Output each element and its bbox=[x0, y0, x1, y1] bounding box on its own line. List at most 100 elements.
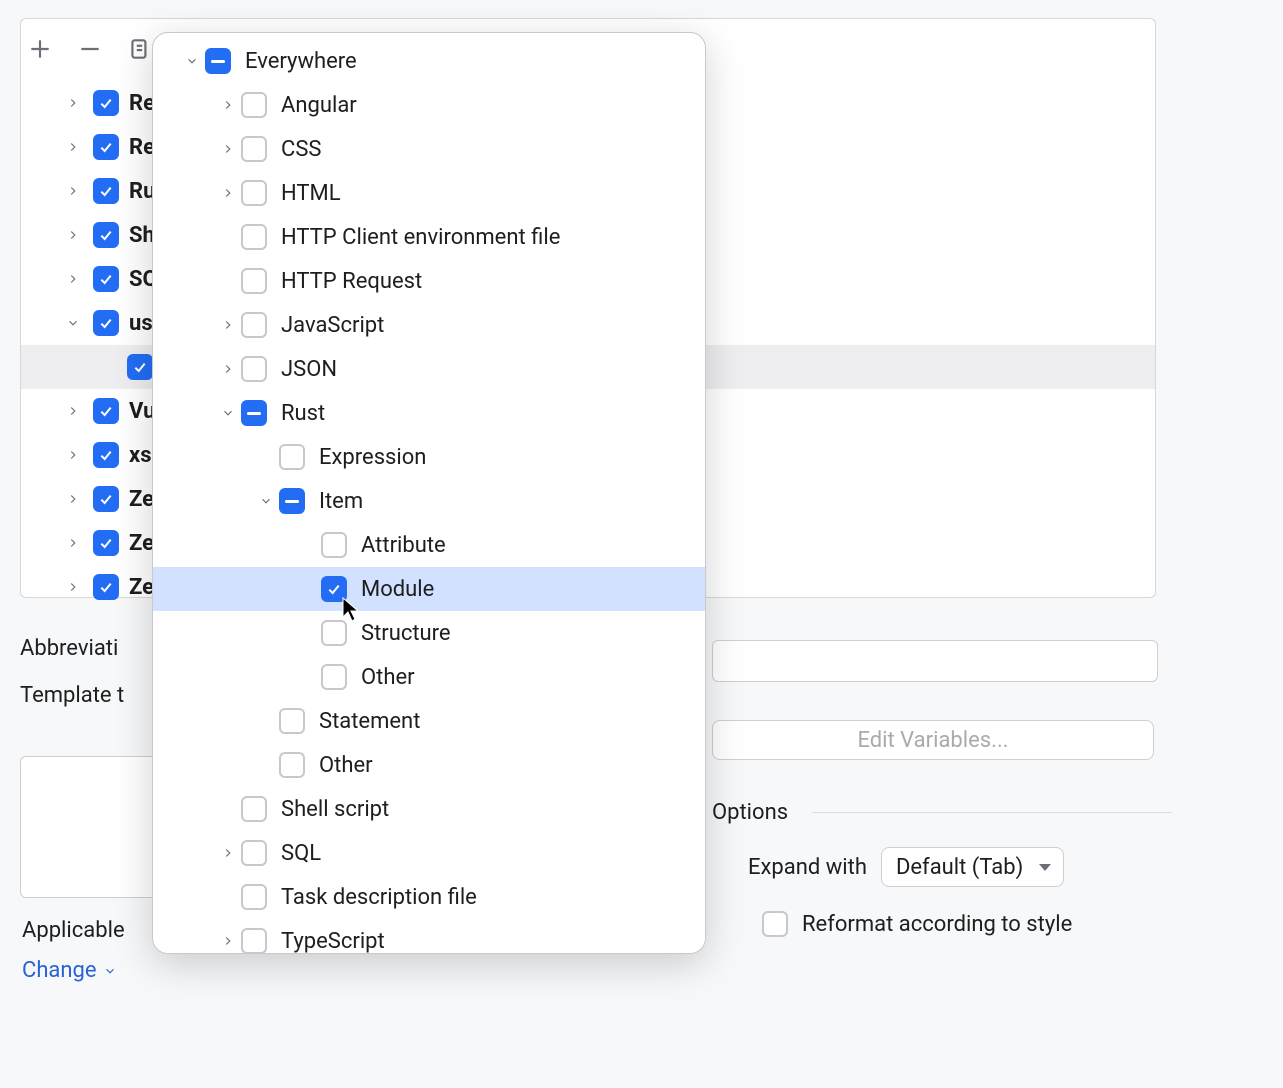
context-checkbox[interactable] bbox=[279, 708, 305, 734]
context-checkbox[interactable] bbox=[321, 620, 347, 646]
context-checkbox[interactable] bbox=[241, 136, 267, 162]
group-label: us bbox=[129, 311, 153, 336]
context-row[interactable]: HTML bbox=[153, 171, 705, 215]
change-link-text: Change bbox=[22, 958, 97, 983]
change-link[interactable]: Change bbox=[22, 958, 117, 983]
chevron-right-icon[interactable] bbox=[63, 404, 83, 418]
context-checkbox[interactable] bbox=[241, 92, 267, 118]
context-checkbox[interactable] bbox=[321, 532, 347, 558]
context-checkbox[interactable] bbox=[241, 224, 267, 250]
context-row[interactable]: JSON bbox=[153, 347, 705, 391]
chevron-down-icon[interactable] bbox=[179, 54, 205, 68]
context-checkbox[interactable] bbox=[241, 928, 267, 953]
context-checkbox[interactable] bbox=[279, 444, 305, 470]
abbreviation-input[interactable] bbox=[712, 640, 1158, 682]
context-checkbox[interactable] bbox=[241, 400, 267, 426]
context-label: JavaScript bbox=[281, 313, 384, 338]
group-checkbox[interactable] bbox=[93, 398, 119, 424]
chevron-right-icon[interactable] bbox=[63, 272, 83, 286]
context-row[interactable]: SQL bbox=[153, 831, 705, 875]
reformat-checkbox[interactable] bbox=[762, 911, 788, 937]
group-checkbox[interactable] bbox=[93, 486, 119, 512]
context-checkbox[interactable] bbox=[279, 752, 305, 778]
chevron-down-icon[interactable] bbox=[253, 494, 279, 508]
context-row[interactable]: Rust bbox=[153, 391, 705, 435]
chevron-right-icon[interactable] bbox=[63, 140, 83, 154]
remove-icon[interactable] bbox=[77, 36, 103, 62]
context-checkbox[interactable] bbox=[241, 312, 267, 338]
context-label: Angular bbox=[281, 93, 357, 118]
group-checkbox[interactable] bbox=[93, 134, 119, 160]
chevron-right-icon[interactable] bbox=[215, 186, 241, 200]
chevron-right-icon[interactable] bbox=[215, 142, 241, 156]
chevron-right-icon[interactable] bbox=[63, 536, 83, 550]
context-row[interactable]: Item bbox=[153, 479, 705, 523]
context-checkbox[interactable] bbox=[241, 796, 267, 822]
context-row[interactable]: Module bbox=[153, 567, 705, 611]
chevron-right-icon[interactable] bbox=[63, 96, 83, 110]
context-row[interactable]: Angular bbox=[153, 83, 705, 127]
context-row[interactable]: Attribute bbox=[153, 523, 705, 567]
chevron-right-icon[interactable] bbox=[215, 362, 241, 376]
add-icon[interactable] bbox=[27, 36, 53, 62]
context-row[interactable]: HTTP Request bbox=[153, 259, 705, 303]
context-row[interactable]: Other bbox=[153, 655, 705, 699]
chevron-right-icon[interactable] bbox=[63, 492, 83, 506]
context-checkbox[interactable] bbox=[241, 884, 267, 910]
context-checkbox[interactable] bbox=[279, 488, 305, 514]
context-row[interactable]: Expression bbox=[153, 435, 705, 479]
context-label: Structure bbox=[361, 621, 451, 646]
chevron-right-icon[interactable] bbox=[215, 846, 241, 860]
group-checkbox[interactable] bbox=[93, 222, 119, 248]
context-row[interactable]: Statement bbox=[153, 699, 705, 743]
chevron-down-icon[interactable] bbox=[63, 316, 83, 330]
context-label: HTTP Request bbox=[281, 269, 422, 294]
chevron-right-icon[interactable] bbox=[215, 934, 241, 948]
context-row[interactable]: Shell script bbox=[153, 787, 705, 831]
group-checkbox[interactable] bbox=[93, 530, 119, 556]
context-checkbox[interactable] bbox=[321, 664, 347, 690]
group-checkbox[interactable] bbox=[93, 442, 119, 468]
context-checkbox[interactable] bbox=[205, 48, 231, 74]
context-checkbox[interactable] bbox=[241, 840, 267, 866]
group-checkbox[interactable] bbox=[93, 574, 119, 600]
context-checkbox[interactable] bbox=[241, 180, 267, 206]
group-checkbox[interactable] bbox=[93, 178, 119, 204]
group-checkbox[interactable] bbox=[93, 90, 119, 116]
context-row[interactable]: JavaScript bbox=[153, 303, 705, 347]
expand-with-select[interactable]: Default (Tab) bbox=[881, 847, 1064, 887]
chevron-right-icon[interactable] bbox=[63, 448, 83, 462]
context-label: Item bbox=[319, 489, 363, 514]
context-row[interactable]: Structure bbox=[153, 611, 705, 655]
chevron-right-icon[interactable] bbox=[63, 228, 83, 242]
chevron-right-icon[interactable] bbox=[63, 184, 83, 198]
context-checkbox[interactable] bbox=[321, 576, 347, 602]
context-checkbox[interactable] bbox=[241, 356, 267, 382]
group-checkbox[interactable] bbox=[93, 310, 119, 336]
context-label: SQL bbox=[281, 841, 321, 866]
context-row[interactable]: Task description file bbox=[153, 875, 705, 919]
group-label: Ze bbox=[129, 487, 154, 512]
context-label: Other bbox=[319, 753, 373, 778]
chevron-down-icon[interactable] bbox=[215, 406, 241, 420]
duplicate-icon[interactable] bbox=[127, 36, 153, 62]
chevron-right-icon[interactable] bbox=[215, 318, 241, 332]
context-label: Module bbox=[361, 577, 434, 602]
template-text-label: Template t bbox=[20, 683, 124, 708]
expand-with-label: Expand with bbox=[748, 855, 867, 880]
group-checkbox[interactable] bbox=[93, 266, 119, 292]
group-label: Sh bbox=[129, 223, 155, 248]
context-row[interactable]: Everywhere bbox=[153, 39, 705, 83]
context-row[interactable]: Other bbox=[153, 743, 705, 787]
chevron-right-icon[interactable] bbox=[63, 580, 83, 594]
context-checkbox[interactable] bbox=[241, 268, 267, 294]
item-checkbox[interactable] bbox=[127, 354, 153, 380]
context-label: JSON bbox=[281, 357, 337, 382]
context-row[interactable]: TypeScript bbox=[153, 919, 705, 953]
edit-variables-button[interactable]: Edit Variables... bbox=[712, 720, 1154, 760]
chevron-right-icon[interactable] bbox=[215, 98, 241, 112]
context-picker-tree[interactable]: Everywhere Angular CSSHTMLHTTP Client envi… bbox=[153, 33, 705, 953]
context-row[interactable]: CSS bbox=[153, 127, 705, 171]
group-label: xs bbox=[129, 443, 152, 468]
context-row[interactable]: HTTP Client environment file bbox=[153, 215, 705, 259]
